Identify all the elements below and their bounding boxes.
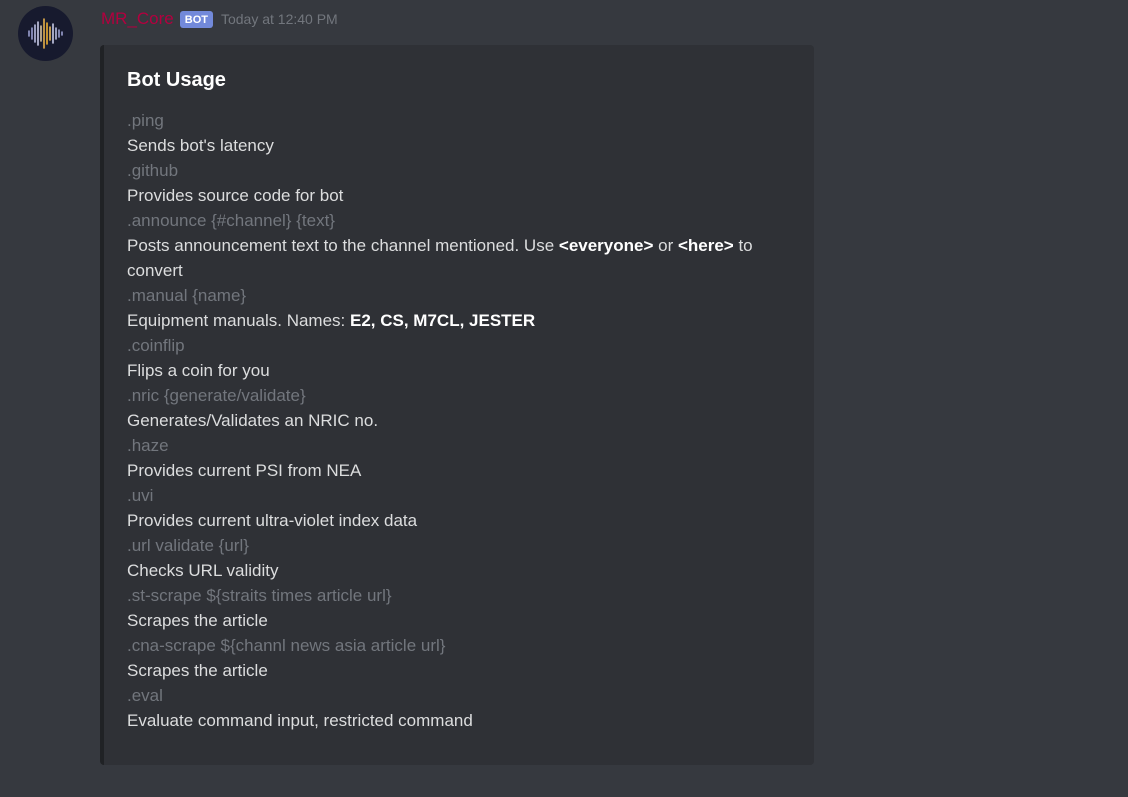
description-text: Checks URL validity (127, 561, 279, 580)
field-command-name: .url validate {url} (127, 536, 249, 555)
message-header: MR_Core BOT Today at 12:40 PM (101, 6, 338, 32)
field-command-name: .ping (127, 111, 164, 130)
description-text: Scrapes the article (127, 611, 268, 630)
description-text: Flips a coin for you (127, 361, 270, 380)
field-command-description: Scrapes the article (127, 658, 797, 683)
embed-field: .haze Provides current PSI from NEA (127, 433, 797, 483)
description-bold-text: <here> (677, 236, 734, 255)
field-command-description: Generates/Validates an NRIC no. (127, 408, 797, 433)
embed-field: .st-scrape ${straits times article url} S… (127, 583, 797, 633)
avatar[interactable] (18, 6, 73, 61)
description-text: Scrapes the article (127, 661, 268, 680)
description-bold-text: E2, CS, M7CL, JESTER (350, 311, 536, 330)
description-text: Provides current PSI from NEA (127, 461, 362, 480)
field-command-description: Scrapes the article (127, 608, 797, 633)
field-command-name: .haze (127, 436, 169, 455)
embed-field: .cna-scrape ${channl news asia article u… (127, 633, 797, 683)
embed-field: .url validate {url} Checks URL validity (127, 533, 797, 583)
field-command-name: .coinflip (127, 336, 185, 355)
embed-field: .coinflip Flips a coin for you (127, 333, 797, 383)
field-command-name: .eval (127, 686, 163, 705)
embed-title: Bot Usage (127, 69, 226, 91)
embed-field: .nric {generate/validate} Generates/Valid… (127, 383, 797, 433)
field-command-description: Provides source code for bot (127, 183, 797, 208)
username[interactable]: MR_Core (101, 9, 174, 29)
field-command-description: Provides current PSI from NEA (127, 458, 797, 483)
description-text: Equipment manuals. Names: (127, 311, 350, 330)
embed-field: .announce {#channel} {text} Posts announc… (127, 208, 797, 283)
description-text: Sends bot's latency (127, 136, 274, 155)
field-command-name: .uvi (127, 486, 154, 505)
embed-field: .eval Evaluate command input, restricted … (127, 683, 797, 733)
description-bold-text: <everyone> (558, 236, 654, 255)
description-text: or (653, 236, 678, 255)
field-command-name: .st-scrape ${straits times article url} (127, 586, 392, 605)
field-command-name: .announce {#channel} {text} (127, 211, 335, 230)
description-text: Provides current ultra-violet index data (127, 511, 418, 530)
embed-fields: .ping Sends bot's latency .github Provides … (127, 108, 797, 733)
embed-field: .manual {name} Equipment manuals. Names: … (127, 283, 797, 333)
description-text: Generates/Validates an NRIC no. (127, 411, 379, 430)
embed-field: .ping Sends bot's latency (127, 108, 797, 158)
field-command-description: Flips a coin for you (127, 358, 797, 383)
field-command-description: Equipment manuals. Names: E2, CS, M7CL, … (127, 308, 797, 333)
description-text: Posts announcement text to the channel m… (127, 236, 559, 255)
field-command-name: .github (127, 161, 179, 180)
bot-tag-badge: BOT (179, 10, 213, 28)
field-command-description: Evaluate command input, restricted comma… (127, 708, 797, 733)
waveform-icon (28, 18, 63, 49)
embed-field: .uvi Provides current ultra-violet index … (127, 483, 797, 533)
description-text: Evaluate command input, restricted comma… (127, 711, 473, 730)
embed-field: .github Provides source code for bot (127, 158, 797, 208)
description-text: Provides source code for bot (127, 186, 344, 205)
field-command-description: Sends bot's latency (127, 133, 797, 158)
field-command-description: Posts announcement text to the channel m… (127, 233, 797, 283)
message-timestamp: Today at 12:40 PM (220, 11, 338, 27)
field-command-name: .cna-scrape ${channl news asia article u… (127, 636, 446, 655)
embed-card: Bot Usage .ping Sends bot's latency .githu… (100, 45, 814, 765)
field-command-description: Checks URL validity (127, 558, 797, 583)
field-command-description: Provides current ultra-violet index data (127, 508, 797, 533)
field-command-name: .manual {name} (127, 286, 247, 305)
field-command-name: .nric {generate/validate} (127, 386, 306, 405)
